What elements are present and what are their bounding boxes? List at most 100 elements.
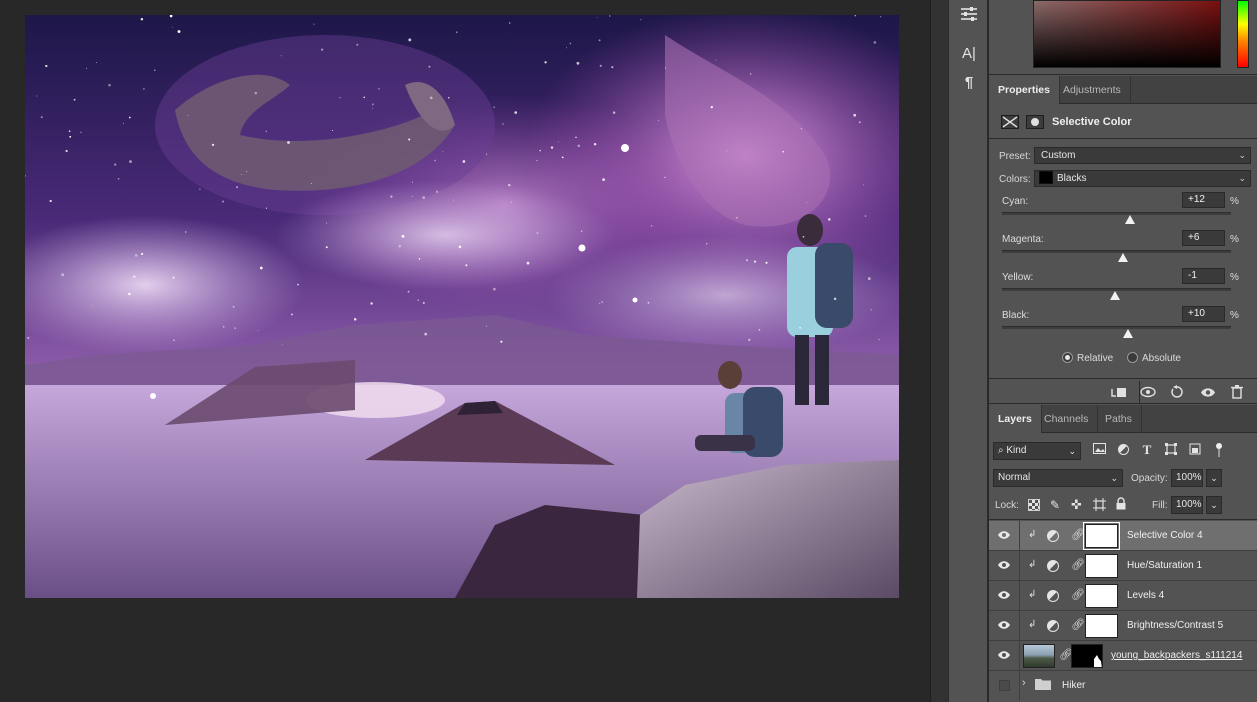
layer-mask-thumbnail[interactable] <box>1085 554 1118 578</box>
clip-to-layer-icon[interactable] <box>1107 382 1131 402</box>
vertical-scrollbar[interactable] <box>930 0 948 702</box>
reset-icon[interactable] <box>1165 382 1189 402</box>
type-filter-icon[interactable]: T <box>1140 443 1154 457</box>
black-value-field[interactable]: +10 <box>1182 306 1225 322</box>
eye-icon[interactable] <box>997 620 1011 632</box>
layer-row[interactable]: 🔗︎ young_backpackers_s111214 <box>989 641 1257 671</box>
tab-properties[interactable]: Properties <box>989 76 1060 104</box>
smart-object-filter-icon[interactable] <box>1188 443 1202 457</box>
cyan-slider-track[interactable] <box>1002 212 1231 215</box>
link-icon[interactable]: 🔗︎ <box>1071 558 1085 571</box>
color-panel <box>989 0 1257 75</box>
layer-mask-thumbnail[interactable] <box>1085 584 1118 608</box>
pixel-filter-icon[interactable] <box>1092 443 1106 457</box>
preset-dropdown[interactable]: Custom ⌄ <box>1034 147 1251 164</box>
layer-thumbnail[interactable] <box>1023 644 1055 668</box>
visibility-icon[interactable] <box>1196 382 1220 402</box>
tab-adjustments[interactable]: Adjustments <box>1054 76 1131 104</box>
paragraph-icon[interactable]: ¶ <box>956 70 982 94</box>
opacity-field[interactable]: 100% <box>1171 469 1203 487</box>
document-canvas[interactable] <box>25 15 899 598</box>
opacity-dropdown-toggle[interactable]: ⌄ <box>1206 469 1222 487</box>
layer-name[interactable]: Hiker <box>1062 680 1085 691</box>
divider <box>1019 521 1020 551</box>
view-previous-state-icon[interactable] <box>1136 382 1160 402</box>
star <box>576 61 580 65</box>
magenta-value-field[interactable]: +6 <box>1182 230 1225 246</box>
adjustment-layer-icon <box>1047 620 1059 632</box>
lock-transparent-pixels-icon[interactable] <box>1028 499 1040 511</box>
black-slider-thumb[interactable] <box>1122 329 1133 338</box>
yellow-value-field[interactable]: -1 <box>1182 268 1225 284</box>
cyan-slider-thumb[interactable] <box>1125 215 1136 224</box>
magenta-slider-track[interactable] <box>1002 250 1231 253</box>
colors-dropdown[interactable]: Blacks ⌄ <box>1034 170 1251 187</box>
magenta-slider-thumb[interactable] <box>1118 253 1129 262</box>
eye-icon[interactable] <box>997 650 1011 662</box>
star <box>132 275 136 279</box>
star <box>447 96 450 99</box>
layer-name[interactable]: Selective Color 4 <box>1127 530 1203 541</box>
star <box>486 325 487 327</box>
blend-mode-dropdown[interactable]: Normal ⌄ <box>993 469 1123 487</box>
link-icon[interactable]: 🔗︎ <box>1071 588 1085 601</box>
sliders-icon[interactable] <box>956 2 982 26</box>
lock-all-icon[interactable] <box>1116 497 1126 513</box>
layer-name[interactable]: Brightness/Contrast 5 <box>1127 620 1223 631</box>
visibility-toggle[interactable] <box>999 680 1010 691</box>
layer-mask-thumbnail[interactable] <box>1085 614 1118 638</box>
layer-name[interactable]: Hue/Saturation 1 <box>1127 560 1202 571</box>
lock-position-icon[interactable]: ✜ <box>1071 497 1082 513</box>
black-slider-track[interactable] <box>1002 326 1231 329</box>
layer-row[interactable]: ↲ 🔗︎ Hue/Saturation 1 <box>989 551 1257 581</box>
layer-filter-kind-dropdown[interactable]: ⌕ Kind ⌄ <box>993 442 1081 460</box>
shape-filter-icon[interactable] <box>1164 443 1178 457</box>
star <box>417 299 420 301</box>
star <box>526 261 530 265</box>
mask-icon[interactable] <box>1026 115 1044 129</box>
cyan-value-field[interactable]: +12 <box>1182 192 1225 208</box>
star <box>313 23 315 25</box>
trash-icon[interactable] <box>1225 382 1249 402</box>
relative-radio[interactable] <box>1062 352 1073 363</box>
yellow-slider-thumb[interactable] <box>1110 291 1121 300</box>
link-icon[interactable]: 🔗︎ <box>1071 618 1085 631</box>
eye-icon[interactable] <box>997 560 1011 572</box>
adjustment-layer-icon[interactable] <box>1001 115 1019 129</box>
adjustment-filter-icon[interactable] <box>1116 443 1130 457</box>
tab-paths[interactable]: Paths <box>1096 405 1142 433</box>
fill-field[interactable]: 100% <box>1171 496 1203 514</box>
eye-icon[interactable] <box>997 590 1011 602</box>
star <box>378 87 380 90</box>
color-hue-slider[interactable] <box>1237 0 1249 68</box>
lock-artboard-icon[interactable] <box>1093 498 1106 514</box>
layer-row[interactable]: ↲ 🔗︎ Brightness/Contrast 5 <box>989 611 1257 641</box>
layer-name[interactable]: Levels 4 <box>1127 590 1164 601</box>
filter-toggle-switch[interactable] <box>1215 443 1223 457</box>
star <box>411 195 413 197</box>
lock-image-pixels-icon[interactable]: ✎ <box>1050 498 1060 512</box>
star <box>325 246 328 249</box>
eye-icon[interactable] <box>997 530 1011 542</box>
layer-mask-thumbnail[interactable] <box>1083 522 1120 550</box>
adjustment-layer-icon <box>1047 560 1059 572</box>
color-saturation-field[interactable] <box>1033 0 1221 68</box>
layer-mask-thumbnail[interactable] <box>1071 644 1103 668</box>
layer-name[interactable]: young_backpackers_s111214 <box>1111 650 1242 661</box>
layer-row[interactable]: ↲ 🔗︎ Selective Color 4 <box>989 521 1257 551</box>
tab-layers[interactable]: Layers <box>989 405 1042 433</box>
layer-row[interactable]: ↲ 🔗︎ Levels 4 <box>989 581 1257 611</box>
star <box>49 199 52 203</box>
layer-row[interactable]: › Hiker <box>989 671 1257 702</box>
character-icon[interactable]: A| <box>956 41 982 65</box>
tab-channels[interactable]: Channels <box>1035 405 1099 433</box>
absolute-radio[interactable] <box>1127 352 1138 363</box>
star <box>232 305 235 308</box>
fill-dropdown-toggle[interactable]: ⌄ <box>1206 496 1222 514</box>
star <box>422 301 425 304</box>
star <box>353 318 357 321</box>
star <box>828 218 831 221</box>
chevron-right-icon[interactable]: › <box>1022 677 1026 689</box>
link-icon[interactable]: 🔗︎ <box>1071 528 1085 541</box>
star <box>710 105 713 109</box>
